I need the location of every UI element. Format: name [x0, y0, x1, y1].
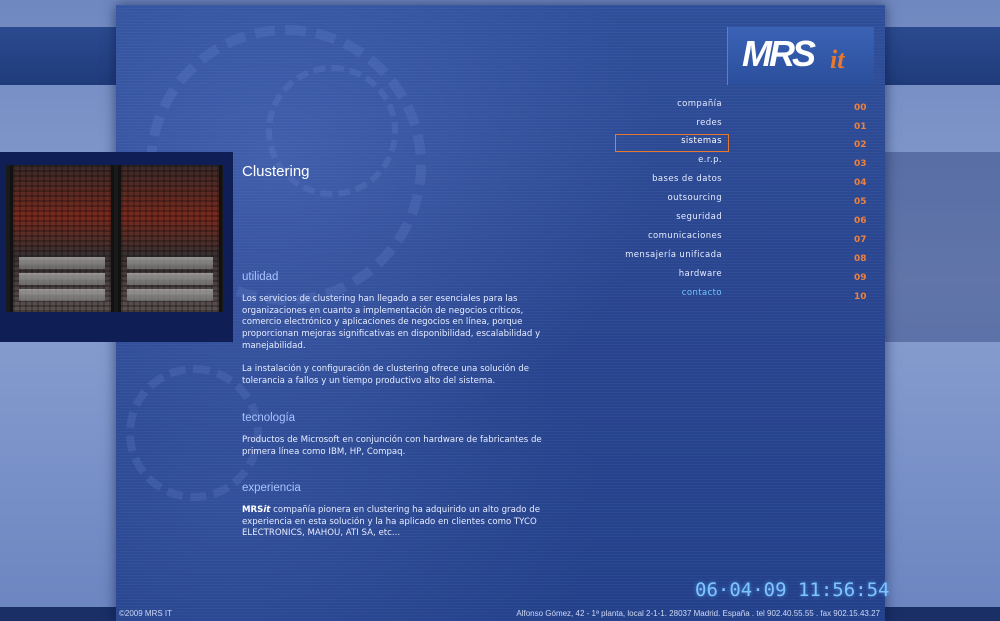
nav-label: contacto [681, 288, 722, 298]
logo-accent-text: it [830, 45, 845, 74]
nav-label: comunicaciones [647, 231, 722, 241]
paragraph: MRSit compañía pionera en clustering ha … [242, 505, 552, 540]
section-heading-experiencia: experiencia [242, 482, 301, 494]
nav-number: 03 [854, 159, 867, 169]
nav-label: redes [696, 118, 722, 128]
server-rack-image [6, 165, 223, 312]
paragraph: La instalación y configuración de cluste… [242, 364, 529, 386]
nav-number: 02 [854, 140, 867, 150]
nav-number: 04 [854, 178, 867, 188]
nav-label: seguridad [676, 212, 722, 222]
paragraph-text: compañía pionera en clustering ha adquir… [242, 505, 541, 539]
page-title: Clustering [242, 163, 310, 180]
nav-number: 05 [854, 197, 867, 207]
paragraph: Los servicios de clustering han llegado … [242, 294, 541, 351]
section-text-tecnologia: Productos de Microsoft en conjunción con… [242, 435, 552, 470]
nav-number: 00 [854, 103, 867, 113]
brand-logo[interactable]: MRS it [727, 27, 874, 85]
nav-number: 08 [854, 254, 867, 264]
logo-text: MRS [742, 33, 816, 74]
nav-label: mensajería unificada [625, 250, 722, 260]
date-time-clock: 06·04·09 11:56:54 [695, 579, 890, 601]
nav-label: compañía [677, 99, 722, 109]
footer-copyright: ©2009 MRS IT [119, 609, 173, 618]
section-heading-utilidad: utilidad [242, 271, 279, 283]
server-rack [118, 165, 222, 312]
nav-number: 10 [854, 292, 867, 302]
brand-inline-text: MRS [242, 505, 264, 515]
section-text-utilidad: Los servicios de clustering han llegado … [242, 294, 552, 399]
footer-address: Alfonso Gómez, 42 - 1ª planta, local 2-1… [516, 609, 880, 618]
nav-number: 06 [854, 216, 867, 226]
section-text-experiencia: MRSit compañía pionera en clustering ha … [242, 505, 552, 552]
nav-label: sistemas [681, 136, 722, 146]
nav-number: 09 [854, 273, 867, 283]
nav-number: 01 [854, 122, 867, 132]
nav-label: outsourcing [667, 193, 722, 203]
nav-label: bases de datos [652, 174, 722, 184]
nav-label: hardware [678, 269, 722, 279]
nav-label: e.r.p. [698, 155, 722, 165]
nav-number: 07 [854, 235, 867, 245]
section-heading-tecnologia: tecnología [242, 412, 296, 424]
server-rack [10, 165, 114, 312]
paragraph: Productos de Microsoft en conjunción con… [242, 435, 542, 457]
